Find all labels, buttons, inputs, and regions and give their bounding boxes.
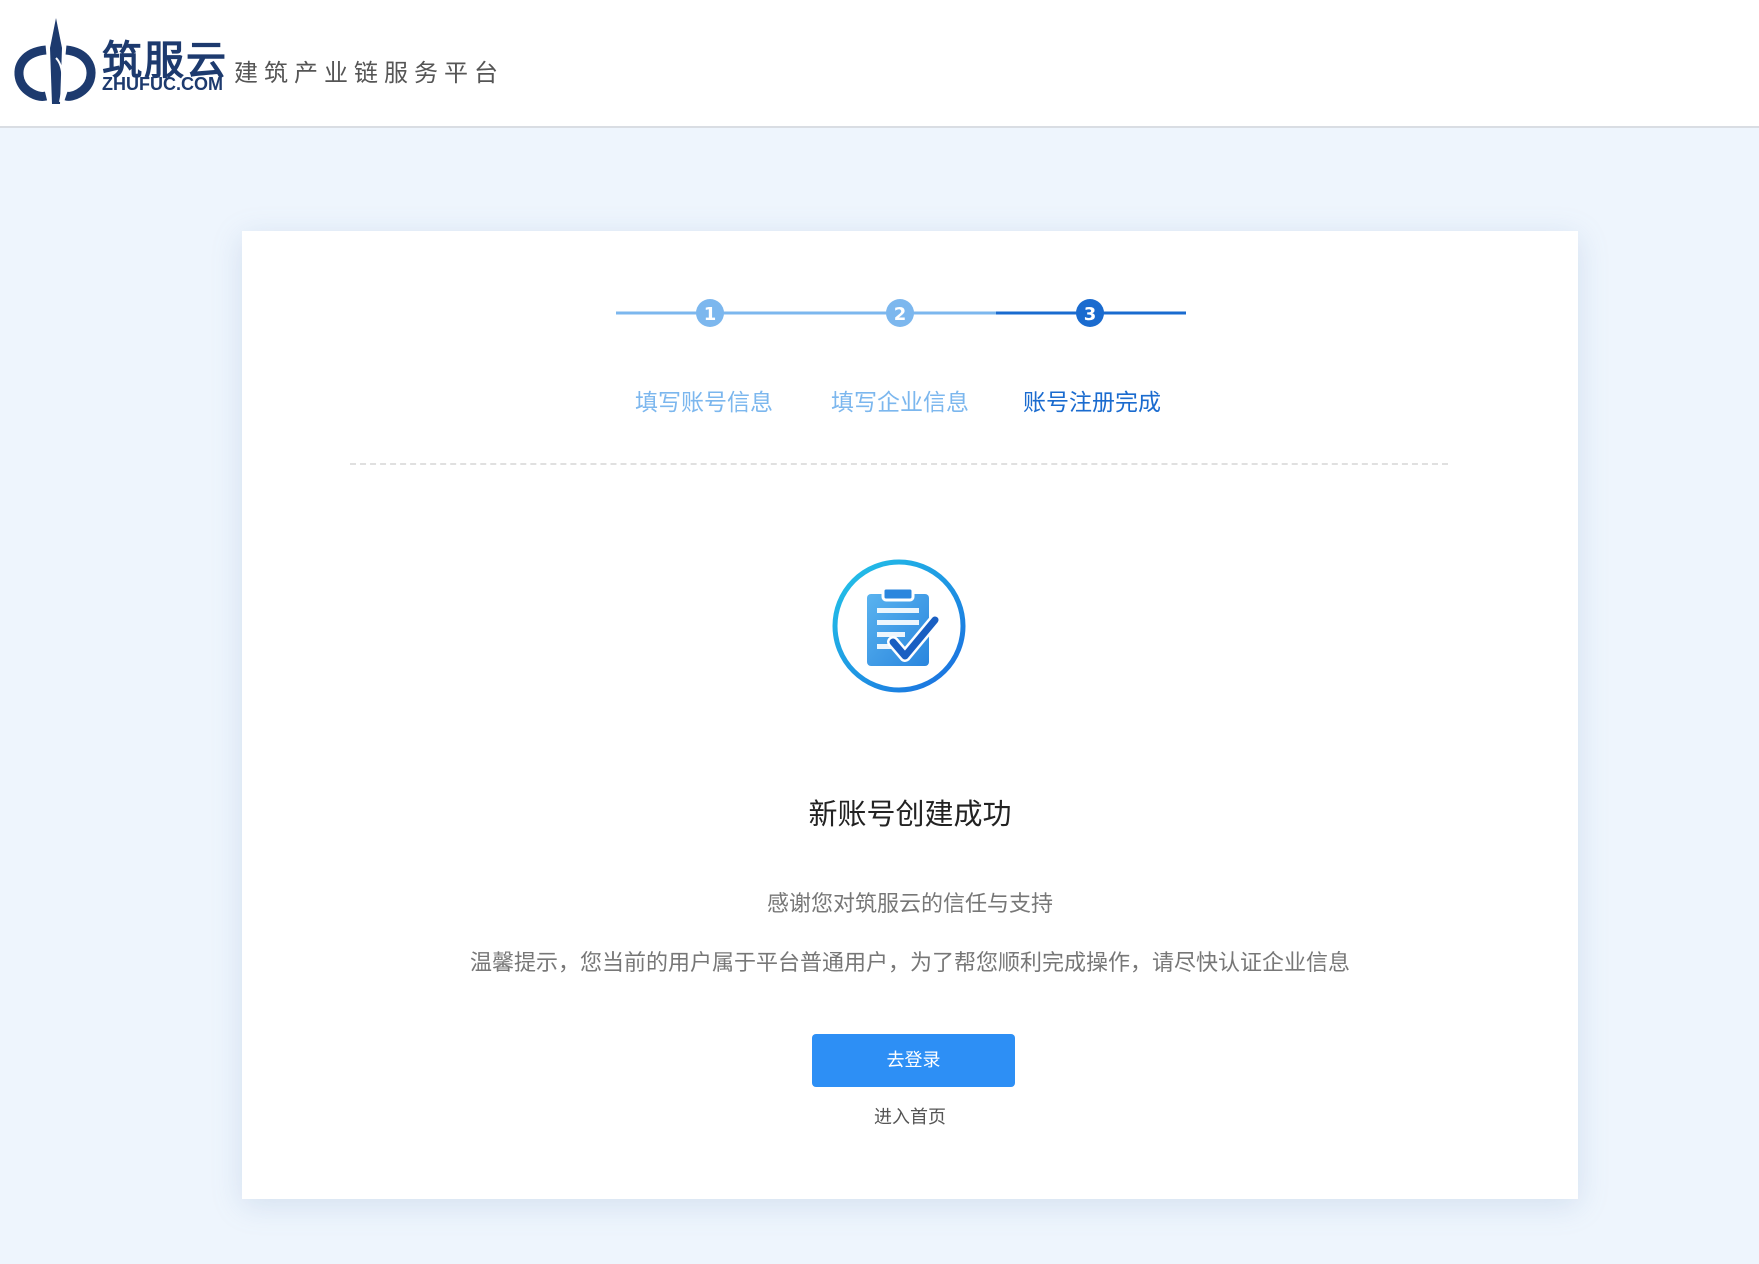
step-3-marker: 3 — [1076, 299, 1104, 327]
registration-card: 1 2 3 填写账号信息 填写企业信息 账号注册完成 新账号创建成功 感谢您对筑… — [242, 231, 1578, 1199]
zhufuyun-logo-icon[interactable] — [10, 18, 96, 104]
tip-message: 温馨提示，您当前的用户属于平台普通用户，为了帮您顺利完成操作，请尽快认证企业信息 — [469, 951, 1350, 976]
step-1-number: 1 — [704, 304, 717, 325]
step-3-label: 账号注册完成 — [1023, 390, 1161, 416]
enter-home-link: 进入首页 — [242, 1103, 1578, 1129]
success-title: 新账号创建成功 — [808, 797, 1012, 831]
brand-slogan: 建筑产业链服务平台 — [234, 59, 504, 87]
enter-home-link-text[interactable]: 进入首页 — [874, 1107, 946, 1128]
step-2-label: 填写企业信息 — [831, 390, 969, 416]
thanks-message: 感谢您对筑服云的信任与支持 — [766, 892, 1053, 917]
top-header: 筑服云 ZHUFUC.COM 建筑产业链服务平台 — [0, 0, 1759, 128]
progress-steps: 1 2 3 — [616, 299, 1186, 327]
step-1-marker: 1 — [696, 299, 724, 327]
brand-domain: ZHUFUC.COM — [102, 74, 223, 94]
step-2-number: 2 — [894, 304, 907, 325]
go-login-button[interactable]: 去登录 — [812, 1034, 1015, 1087]
step-2-marker: 2 — [886, 299, 914, 327]
step-1-label: 填写账号信息 — [635, 390, 773, 416]
clipboard-check-icon — [832, 559, 966, 693]
section-divider — [350, 463, 1448, 465]
step-3-number: 3 — [1084, 304, 1097, 325]
